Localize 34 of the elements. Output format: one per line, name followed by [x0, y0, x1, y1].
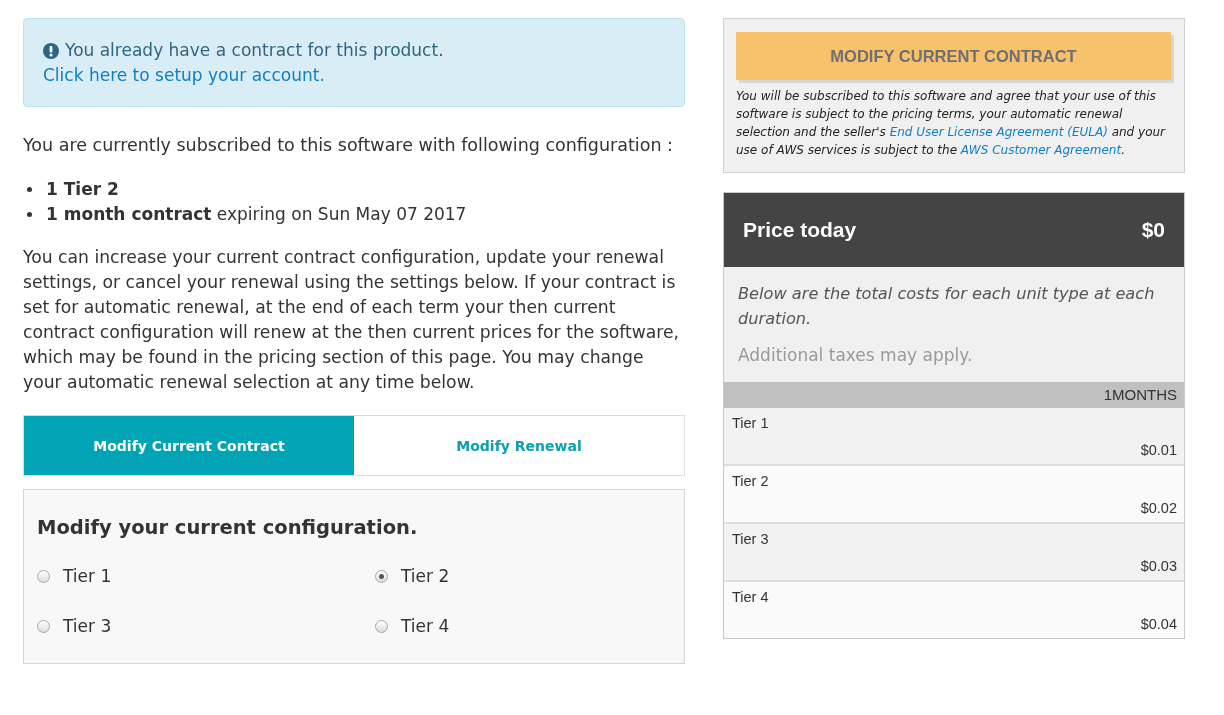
radio-button[interactable]	[37, 619, 50, 633]
price-cell: $0.04	[1140, 615, 1177, 633]
radio-button[interactable]	[375, 569, 388, 583]
radio-label[interactable]: Tier 3	[63, 616, 112, 636]
cost-note: Below are the total costs for each unit type at each duration.	[738, 283, 1156, 330]
tier-cell: Tier 3	[732, 530, 769, 548]
terms-text: You will be subscribed to this software and agree that your use of this software is subject to the pricing terms, your automatic renewal selection and the seller's End User License Agreement (EULA) and your use of AWS services is subject to the AWS Customer Agreement.	[736, 88, 1167, 159]
column-label: 1MONTHS	[1103, 386, 1177, 403]
terms-link[interactable]: End User License Agreement (EULA)	[889, 125, 1108, 139]
price-cell: $0.02	[1140, 499, 1177, 517]
tax-note: Additional taxes may apply.	[738, 344, 974, 367]
list-item-text: 1 Tier 2	[46, 178, 119, 201]
radio-label[interactable]: Tier 1	[63, 566, 112, 586]
price-cell: $0.01	[1140, 441, 1177, 459]
explanation-text: You can increase your current contract configuration, update your renewal settings, or cancel your renewal using the settings below. If your contract is set for automatic renewal, at the end of each term your then current contract configuration will renew at the then current prices for the software, which may be found in the pricing section of this page. You may change your automatic renewal selection at any time below.	[23, 246, 681, 394]
panel-heading: Modify your current configuration.	[37, 515, 419, 541]
intro-text: You are currently subscribed to this software with following configuration :	[23, 134, 674, 157]
radio-label[interactable]: Tier 4	[401, 616, 450, 636]
setup-account-link[interactable]: Click here to setup your account.	[43, 63, 325, 88]
radio-button[interactable]	[37, 569, 50, 583]
radio-label[interactable]: Tier 2	[401, 566, 450, 586]
list-item-text: 1 month contract expiring on Sun May 07 2017	[46, 203, 467, 226]
exclamation-icon	[43, 42, 59, 59]
price-total: $0	[1141, 218, 1165, 242]
tab[interactable]: Modify Current Contract	[24, 416, 354, 475]
bullet-icon	[27, 187, 32, 192]
tier-cell: Tier 1	[732, 414, 769, 432]
bullet-icon	[27, 212, 32, 217]
radio-button[interactable]	[375, 619, 388, 633]
alert-message: You already have a contract for this product.	[65, 39, 444, 62]
price-title: Price today	[743, 218, 857, 242]
tier-cell: Tier 2	[732, 472, 769, 490]
price-cell: $0.03	[1140, 557, 1177, 575]
tier-cell: Tier 4	[732, 588, 769, 606]
